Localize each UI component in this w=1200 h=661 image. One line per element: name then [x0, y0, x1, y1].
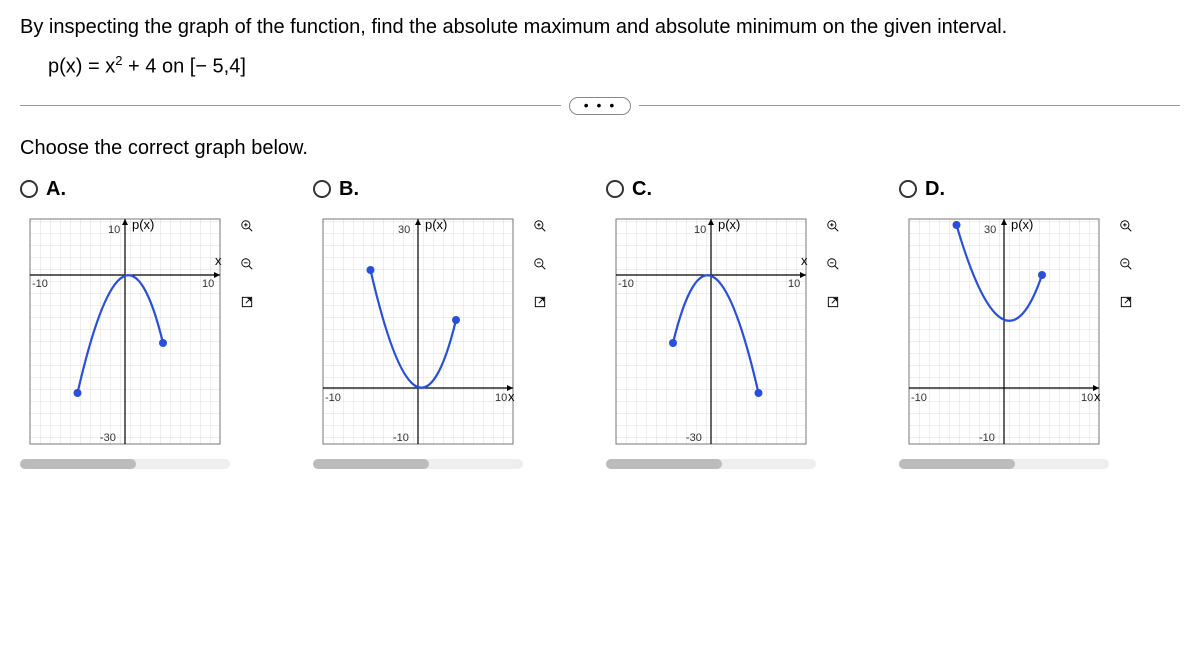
question-text: By inspecting the graph of the function,… — [20, 16, 1180, 39]
y-axis-label: p(x) — [1011, 217, 1033, 232]
tick-x-left: -10 — [911, 392, 927, 404]
tick-y-top: 30 — [984, 224, 996, 236]
choose-graph-prompt: Choose the correct graph below. — [20, 137, 1180, 160]
option-a-label: A. — [46, 178, 66, 201]
option-a-header[interactable]: A. — [20, 178, 301, 201]
tick-y-bottom: -10 — [393, 432, 409, 444]
graph-d-scrollbar[interactable] — [899, 459, 1109, 469]
option-d-label: D. — [925, 178, 945, 201]
zoom-in-button[interactable] — [1113, 213, 1139, 239]
tick-y-bottom: -30 — [100, 432, 116, 444]
x-axis-label: x — [215, 253, 222, 268]
zoom-in-button[interactable] — [820, 213, 846, 239]
radio-c[interactable] — [606, 180, 624, 198]
zoom-in-button[interactable] — [527, 213, 553, 239]
tick-x-right: 10 — [495, 392, 507, 404]
zoom-in-button[interactable] — [234, 213, 260, 239]
equation-suffix: + 4 on [− 5,4] — [122, 56, 245, 78]
tick-y-top: 10 — [694, 224, 706, 236]
option-c-header[interactable]: C. — [606, 178, 887, 201]
tick-y-bottom: -10 — [979, 432, 995, 444]
option-d-header[interactable]: D. — [899, 178, 1180, 201]
x-axis-label: x — [1094, 389, 1101, 404]
tick-x-right: 10 — [202, 278, 214, 290]
zoom-out-button[interactable] — [234, 251, 260, 277]
tick-y-top: 10 — [108, 224, 120, 236]
popout-button[interactable] — [1113, 289, 1139, 315]
y-axis-label: p(x) — [425, 217, 447, 232]
option-c: C. p(x) x 10 -30 -10 10 — [606, 178, 887, 469]
popout-button[interactable] — [820, 289, 846, 315]
divider-line — [20, 105, 561, 106]
option-d: D. p(x) x 30 -10 -10 10 — [899, 178, 1180, 469]
x-axis-label: x — [801, 253, 808, 268]
tick-y-top: 30 — [398, 224, 410, 236]
divider-line — [639, 105, 1180, 106]
option-a: A. p(x) x 10 -30 -10 — [20, 178, 301, 469]
tick-y-bottom: -30 — [686, 432, 702, 444]
zoom-out-button[interactable] — [820, 251, 846, 277]
graph-a-scrollbar[interactable] — [20, 459, 230, 469]
graph-c: p(x) x 10 -30 -10 10 — [606, 209, 816, 469]
expand-button[interactable]: • • • — [569, 97, 631, 115]
y-axis-label: p(x) — [132, 217, 154, 232]
option-b: B. p(x) x 30 -10 -10 10 — [313, 178, 594, 469]
options-row: A. p(x) x 10 -30 -10 — [20, 178, 1180, 469]
tick-x-left: -10 — [325, 392, 341, 404]
option-c-label: C. — [632, 178, 652, 201]
option-b-header[interactable]: B. — [313, 178, 594, 201]
x-axis-label: x — [508, 389, 515, 404]
zoom-out-button[interactable] — [527, 251, 553, 277]
graph-d: p(x) x 30 -10 -10 10 — [899, 209, 1109, 469]
popout-button[interactable] — [234, 289, 260, 315]
popout-button[interactable] — [527, 289, 553, 315]
radio-b[interactable] — [313, 180, 331, 198]
zoom-out-button[interactable] — [1113, 251, 1139, 277]
y-axis-label: p(x) — [718, 217, 740, 232]
graph-b-scrollbar[interactable] — [313, 459, 523, 469]
graph-c-scrollbar[interactable] — [606, 459, 816, 469]
tick-x-right: 10 — [1081, 392, 1093, 404]
tick-x-right: 10 — [788, 278, 800, 290]
graph-a: p(x) x 10 -30 -10 10 — [20, 209, 230, 469]
radio-d[interactable] — [899, 180, 917, 198]
equation-prefix: p(x) = x — [48, 56, 115, 78]
tick-x-left: -10 — [618, 278, 634, 290]
graph-b: p(x) x 30 -10 -10 10 — [313, 209, 523, 469]
function-equation: p(x) = x2 + 4 on [− 5,4] — [48, 53, 1180, 79]
section-divider: • • • — [20, 97, 1180, 115]
radio-a[interactable] — [20, 180, 38, 198]
option-b-label: B. — [339, 178, 359, 201]
tick-x-left: -10 — [32, 278, 48, 290]
